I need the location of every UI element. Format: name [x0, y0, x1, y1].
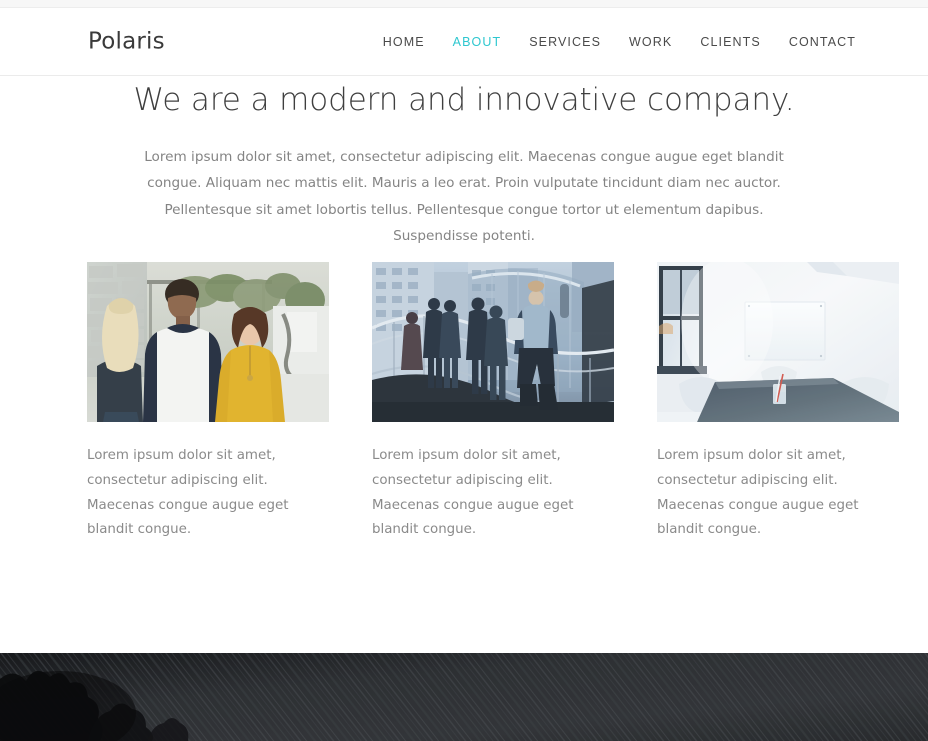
feature-caption: Lorem ipsum dolor sit amet, consectetur … [372, 448, 574, 538]
page-root: Polaris HOME ABOUT SERVICES WORK CLIENTS… [0, 0, 928, 741]
bright-meeting-room-whiteboard-photo[interactable] [657, 262, 899, 422]
site-header: Polaris HOME ABOUT SERVICES WORK CLIENTS… [0, 8, 928, 76]
intro-section: We are a modern and innovative company. … [0, 76, 928, 250]
commuters-on-glass-staircase-city-photo[interactable] [372, 262, 614, 422]
feature-card: Lorem ipsum dolor sit amet, consectetur … [657, 262, 899, 543]
nav-item-services[interactable]: SERVICES [529, 35, 601, 48]
nav-item-about[interactable]: ABOUT [453, 35, 502, 48]
feature-card: Lorem ipsum dolor sit amet, consectetur … [87, 262, 329, 543]
browser-top-strip [0, 0, 928, 8]
nav-item-work[interactable]: WORK [629, 35, 672, 48]
dark-textured-night-trees-photo [0, 653, 928, 741]
site-logo[interactable]: Polaris [88, 30, 165, 53]
main-navigation: HOME ABOUT SERVICES WORK CLIENTS CONTACT [383, 35, 856, 48]
feature-caption: Lorem ipsum dolor sit amet, consectetur … [657, 448, 859, 538]
feature-grid: Lorem ipsum dolor sit amet, consectetur … [87, 262, 899, 543]
nav-item-home[interactable]: HOME [383, 35, 425, 48]
nav-item-clients[interactable]: CLIENTS [700, 35, 761, 48]
feature-caption: Lorem ipsum dolor sit amet, consectetur … [87, 448, 289, 538]
feature-card: Lorem ipsum dolor sit amet, consectetur … [372, 262, 614, 543]
three-friends-talking-outdoors-photo[interactable] [87, 262, 329, 422]
intro-paragraph: Lorem ipsum dolor sit amet, consectetur … [144, 148, 784, 245]
page-title: We are a modern and innovative company. [133, 82, 795, 118]
nav-item-contact[interactable]: CONTACT [789, 35, 856, 48]
